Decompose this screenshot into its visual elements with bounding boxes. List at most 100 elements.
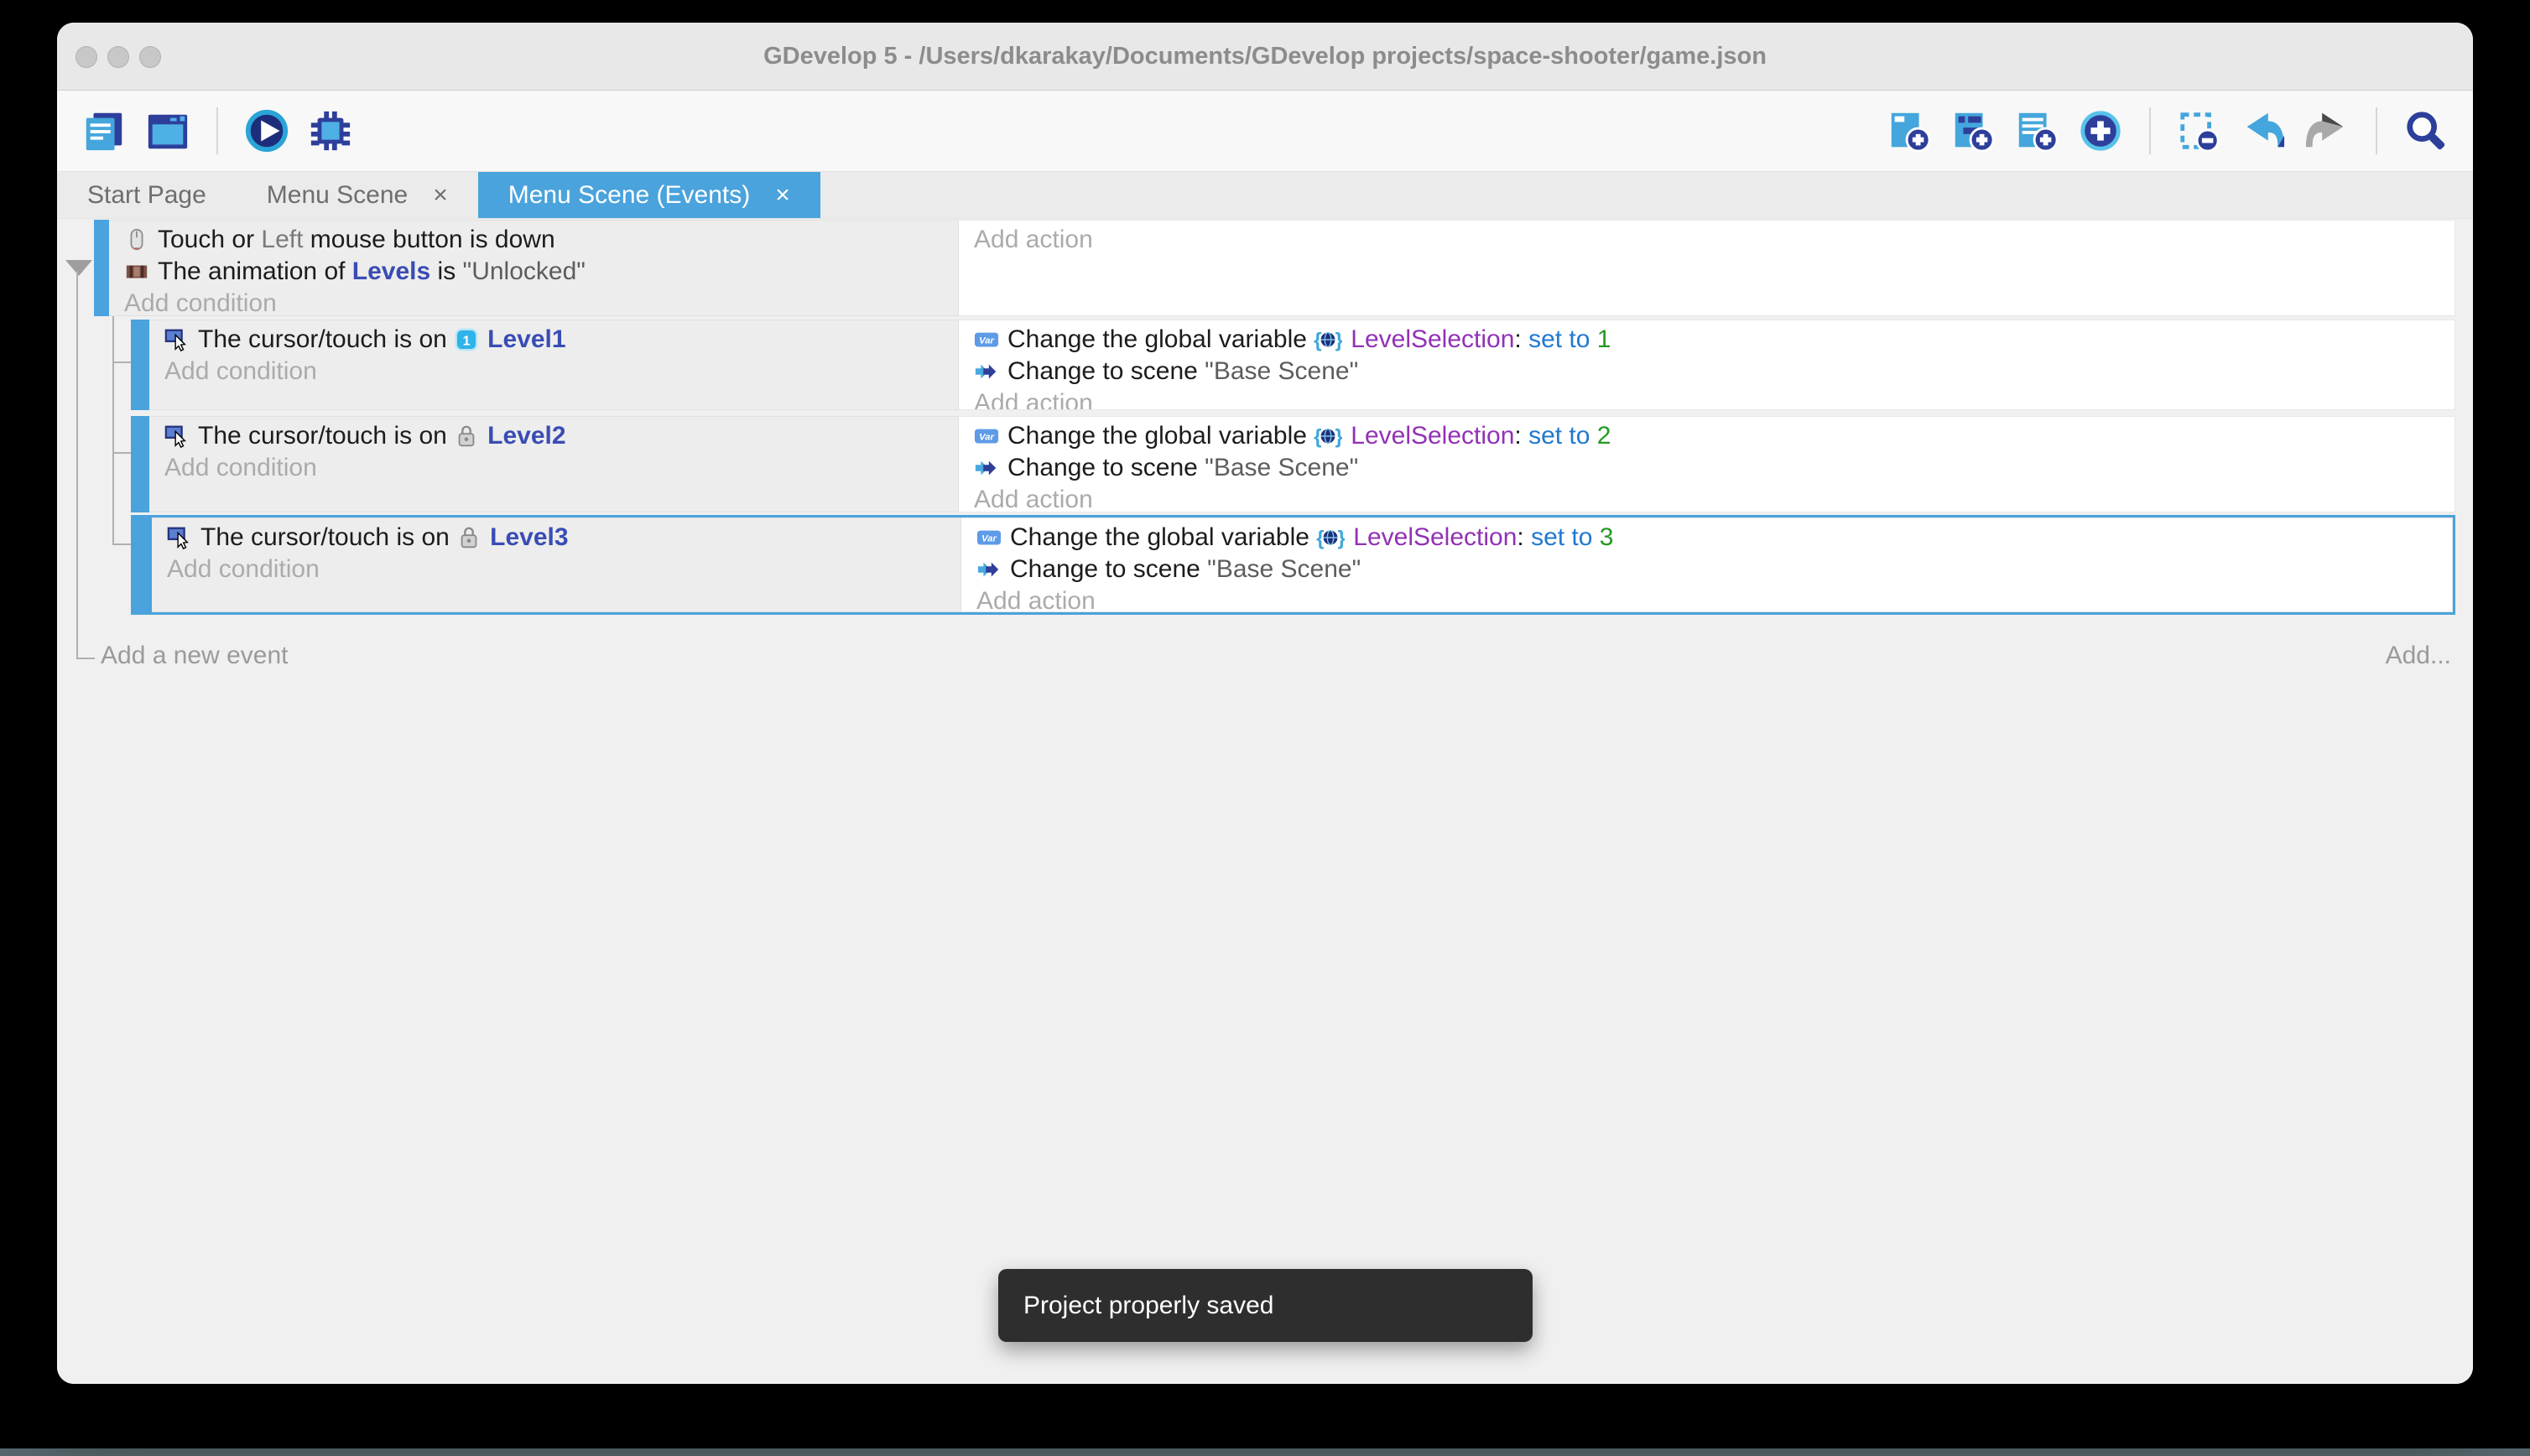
text-segment: Change the global variable <box>1007 325 1314 354</box>
svg-text:Var: Var <box>979 433 994 443</box>
event-row-level1[interactable]: The cursor/touch is on 1Level1Add condit… <box>131 320 2455 410</box>
add-condition-button[interactable]: Add condition <box>152 554 960 585</box>
tab-close-icon[interactable]: × <box>433 181 448 210</box>
undo-button[interactable] <box>2239 107 2288 155</box>
toolbar-separator <box>2376 107 2377 154</box>
event-row-parent[interactable]: Touch or Left mouse button is downThe an… <box>94 220 2455 316</box>
lock-icon <box>456 525 490 550</box>
delete-selection-button[interactable] <box>2175 107 2224 155</box>
add-event-choose-button[interactable] <box>2076 107 2125 155</box>
add-standard-event-icon <box>1887 108 1932 153</box>
add-comment-icon <box>2014 108 2059 153</box>
traffic-light-zoom[interactable] <box>139 46 161 68</box>
action-line[interactable]: VarChange the global variable {}LevelSel… <box>959 324 2455 356</box>
tab-menu-scene[interactable]: Menu Scene× <box>237 172 478 218</box>
conditions-cell[interactable]: The cursor/touch is on 1Level1Add condit… <box>149 320 959 410</box>
toolbar-separator <box>2149 107 2151 154</box>
tree-line <box>76 271 78 659</box>
event-drag-handle[interactable] <box>133 517 152 612</box>
event-row-level3[interactable]: The cursor/touch is on Level3Add conditi… <box>131 515 2455 615</box>
scene-arrow-icon <box>974 455 1007 481</box>
conditions-cell[interactable]: The cursor/touch is on Level2Add conditi… <box>149 416 959 512</box>
event-drag-handle[interactable] <box>131 320 149 410</box>
add-subevent-button[interactable] <box>1949 107 1997 155</box>
tree-line <box>112 543 131 545</box>
actions-cell[interactable]: Add action <box>959 220 2455 316</box>
condition-line[interactable]: The animation of Levels is "Unlocked" <box>109 256 958 288</box>
svg-text:}: } <box>1338 527 1346 549</box>
text-segment: Left <box>261 226 303 254</box>
condition-line[interactable]: The cursor/touch is on Level2 <box>149 420 958 452</box>
event-drag-handle[interactable] <box>131 416 149 512</box>
event-drag-handle[interactable] <box>94 220 109 316</box>
text-segment: 2 <box>1597 422 1611 450</box>
search-button[interactable] <box>2402 107 2450 155</box>
scene-editor-button[interactable] <box>143 107 192 155</box>
condition-line[interactable]: The cursor/touch is on Level3 <box>152 522 960 554</box>
lock-icon <box>454 424 487 449</box>
text-segment: Change to scene <box>1007 357 1205 386</box>
var-icon: Var <box>974 424 1007 449</box>
actions-cell[interactable]: VarChange the global variable {}LevelSel… <box>959 416 2455 512</box>
text-segment: "Base Scene" <box>1207 555 1361 584</box>
project-manager-button[interactable] <box>80 107 128 155</box>
actions-cell[interactable]: VarChange the global variable {}LevelSel… <box>961 517 2453 612</box>
condition-line[interactable]: The cursor/touch is on 1Level1 <box>149 324 958 356</box>
add-condition-button[interactable]: Add condition <box>149 452 958 484</box>
animation-icon <box>124 259 158 284</box>
tab-menu-scene-events[interactable]: Menu Scene (Events)× <box>478 172 820 218</box>
object-level1-icon: 1 <box>454 327 487 352</box>
collapse-triangle[interactable] <box>65 260 92 276</box>
add-action-button[interactable]: Add action <box>959 387 2455 410</box>
tab-start-page[interactable]: Start Page <box>57 172 237 218</box>
tab-close-icon[interactable]: × <box>775 181 790 210</box>
text-segment: Touch or <box>158 226 261 254</box>
add-new-event-button[interactable]: Add a new event <box>101 642 289 670</box>
text-segment: Change the global variable <box>1010 523 1316 552</box>
redo-button[interactable] <box>2303 107 2351 155</box>
scene-arrow-icon <box>976 557 1010 582</box>
debug-button[interactable] <box>306 107 355 155</box>
add-action-button[interactable]: Add action <box>959 484 2455 512</box>
toolbar-left-group <box>72 107 362 155</box>
text-segment: Change the global variable <box>1007 422 1314 450</box>
text-segment: "Unlocked" <box>463 257 586 286</box>
svg-text:{: { <box>1316 527 1324 549</box>
add-comment-button[interactable] <box>2012 107 2061 155</box>
text-segment: The animation of <box>158 257 352 286</box>
text-segment: "Base Scene" <box>1205 454 1358 482</box>
text-segment: mouse button is down <box>303 226 554 254</box>
cursor-icon <box>164 424 198 449</box>
svg-text:{: { <box>1314 425 1321 448</box>
text-segment: Change to scene <box>1010 555 1207 584</box>
text-segment: Level2 <box>487 422 565 450</box>
traffic-light-close[interactable] <box>75 46 97 68</box>
condition-line[interactable]: Touch or Left mouse button is down <box>109 224 958 256</box>
action-line[interactable]: Change to scene "Base Scene" <box>959 452 2455 484</box>
delete-selection-icon <box>2177 108 2222 153</box>
add-action-button[interactable]: Add action <box>959 224 2455 256</box>
actions-cell[interactable]: VarChange the global variable {}LevelSel… <box>959 320 2455 410</box>
traffic-light-minimize[interactable] <box>107 46 129 68</box>
action-line[interactable]: VarChange the global variable {}LevelSel… <box>961 522 2452 554</box>
toolbar-separator <box>216 107 218 154</box>
add-condition-button[interactable]: Add condition <box>109 288 958 316</box>
conditions-cell[interactable]: The cursor/touch is on Level3Add conditi… <box>152 517 961 612</box>
add-event-choose-icon <box>2078 108 2123 153</box>
project-manager-icon <box>81 108 127 153</box>
play-button[interactable] <box>242 107 291 155</box>
add-standard-event-button[interactable] <box>1885 107 1934 155</box>
tab-label: Start Page <box>87 181 206 210</box>
add-condition-button[interactable]: Add condition <box>149 356 958 387</box>
scene-editor-icon <box>145 108 190 153</box>
add-action-button[interactable]: Add action <box>961 585 2452 612</box>
add-subevent-icon <box>1950 108 1996 153</box>
window-title: GDevelop 5 - /Users/dkarakay/Documents/G… <box>57 23 2473 91</box>
text-segment: "Base Scene" <box>1205 357 1358 386</box>
conditions-cell[interactable]: Touch or Left mouse button is downThe an… <box>109 220 959 316</box>
event-row-level2[interactable]: The cursor/touch is on Level2Add conditi… <box>131 416 2455 512</box>
action-line[interactable]: Change to scene "Base Scene" <box>961 554 2452 585</box>
action-line[interactable]: VarChange the global variable {}LevelSel… <box>959 420 2455 452</box>
action-line[interactable]: Change to scene "Base Scene" <box>959 356 2455 387</box>
add-ellipsis-button[interactable]: Add... <box>2386 642 2451 670</box>
